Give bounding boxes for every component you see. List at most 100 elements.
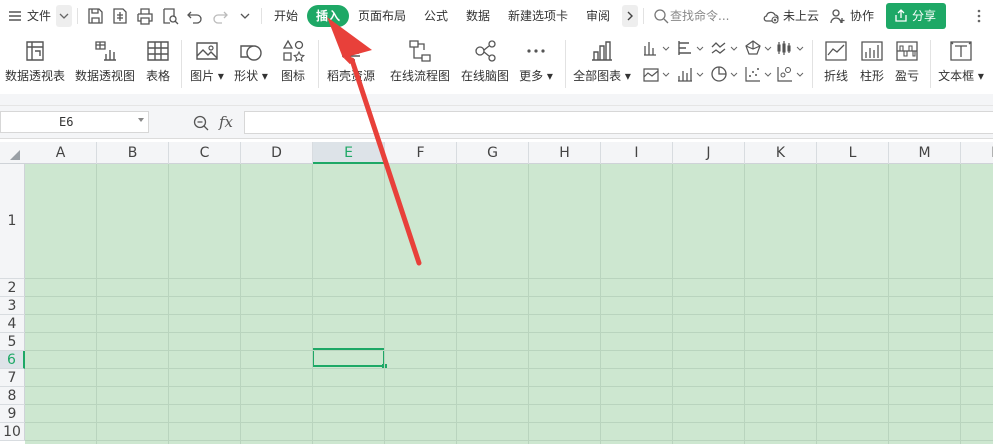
area-chart-menu[interactable] — [642, 65, 672, 83]
redo-icon[interactable] — [210, 6, 230, 26]
tab-formulas[interactable]: 公式 — [424, 6, 448, 26]
mindmap-icon — [475, 40, 496, 62]
zoom-icon[interactable] — [192, 114, 210, 132]
icons-button[interactable]: 图标 — [278, 38, 308, 90]
insert-function-button[interactable]: fx — [219, 113, 233, 131]
column-header-m[interactable]: M — [889, 142, 961, 164]
tab-insert[interactable]: 插入 — [307, 5, 350, 27]
picture-icon — [196, 42, 218, 60]
pivot-table-button[interactable]: 数据透视表 — [2, 38, 68, 90]
collaborate-button[interactable]: 协作 — [850, 6, 874, 26]
name-box[interactable]: E6 — [0, 111, 149, 133]
bar-chart-menu[interactable] — [676, 39, 706, 57]
row-gridline — [25, 422, 993, 423]
column-header-k[interactable]: K — [745, 142, 817, 164]
column-header-a[interactable]: A — [25, 142, 97, 164]
sparkline-winloss-button[interactable]: 盈亏 — [891, 38, 923, 90]
formula-input[interactable] — [244, 111, 993, 134]
cloud-status[interactable]: 未上云 — [783, 6, 819, 26]
column-chart-menu[interactable] — [642, 39, 672, 57]
scatter-chart-menu[interactable] — [744, 65, 774, 83]
file-menu[interactable]: 文件 — [27, 6, 51, 26]
share-label: 分享 — [912, 9, 937, 23]
column-header-i[interactable]: I — [601, 142, 673, 164]
textbox-icon — [950, 41, 972, 61]
column-header-n[interactable]: N — [961, 142, 993, 164]
row-header-3[interactable]: 3 — [0, 297, 25, 315]
all-charts-button[interactable]: 全部图表 ▾ — [572, 38, 632, 90]
row-header-9[interactable]: 9 — [0, 405, 25, 423]
row-header-6[interactable]: 6 — [0, 351, 25, 369]
row-header-2[interactable]: 2 — [0, 279, 25, 297]
column-header-b[interactable]: B — [97, 142, 169, 164]
resources-button[interactable]: 稻壳资源 — [324, 38, 378, 90]
row-gridline — [25, 386, 993, 387]
column-header-h[interactable]: H — [529, 142, 601, 164]
row-header-1[interactable]: 1 — [0, 164, 25, 279]
save-as-icon[interactable] — [110, 6, 130, 26]
sparkline-line-button[interactable]: 折线 — [820, 38, 852, 90]
row-header-4[interactable]: 4 — [0, 315, 25, 333]
tab-home[interactable]: 开始 — [274, 6, 298, 26]
column-header-d[interactable]: D — [241, 142, 313, 164]
shapes-icon — [240, 45, 262, 61]
quick-access-dropdown-icon[interactable] — [235, 6, 255, 26]
online-mindmap-button[interactable]: 在线脑图 — [458, 38, 512, 90]
tab-data[interactable]: 数据 — [466, 6, 490, 26]
print-preview-icon[interactable] — [160, 6, 180, 26]
row-header-8[interactable]: 8 — [0, 387, 25, 405]
file-menu-dropdown[interactable] — [56, 5, 72, 27]
share-button[interactable]: 分享 — [886, 3, 946, 29]
cell-area[interactable] — [25, 164, 993, 444]
stock-chart-menu[interactable] — [776, 39, 806, 57]
undo-icon[interactable] — [185, 6, 205, 26]
pivot-chart-label: 数据透视图 — [74, 69, 135, 83]
save-icon[interactable] — [85, 6, 105, 26]
name-box-dropdown-icon[interactable] — [138, 118, 144, 122]
sparkline-column-button[interactable]: 柱形 — [856, 38, 888, 90]
combo-chart-menu[interactable] — [676, 65, 706, 83]
tab-page-layout[interactable]: 页面布局 — [358, 6, 406, 26]
shapes-button[interactable]: 形状 ▾ — [232, 38, 270, 90]
pie-chart-menu[interactable] — [710, 65, 740, 83]
sparkline-winloss-icon — [896, 41, 918, 61]
line-chart-menu[interactable] — [710, 39, 740, 57]
formula-bar: E6 fx — [0, 106, 993, 139]
collaborate-icon[interactable] — [828, 6, 848, 26]
search-icon[interactable] — [651, 6, 671, 26]
hamburger-menu-icon[interactable] — [6, 6, 26, 26]
menu-bar: 文件 开始 插入 页面布局 公式 数据 新建选项卡 审阅 查找命令... 未上云… — [0, 0, 993, 32]
column-header-j[interactable]: J — [673, 142, 745, 164]
column-header-e[interactable]: E — [313, 142, 385, 164]
command-search-input[interactable]: 查找命令... — [670, 6, 729, 26]
tab-review[interactable]: 审阅 — [586, 6, 610, 26]
print-icon[interactable] — [135, 6, 155, 26]
column-header-f[interactable]: F — [385, 142, 457, 164]
more-options-icon[interactable] — [969, 6, 989, 26]
divider — [181, 40, 182, 88]
row-header-5[interactable]: 5 — [0, 333, 25, 351]
select-all-corner[interactable] — [0, 142, 25, 164]
online-flowchart-button[interactable]: 在线流程图 — [387, 38, 453, 90]
cloud-sync-icon[interactable] — [761, 6, 781, 26]
insert-ribbon: 数据透视表 数据透视图 表格 图片 ▾ 形状 ▾ 图标 稻壳资源 在线流程图 在… — [0, 32, 993, 94]
column-header-l[interactable]: L — [817, 142, 889, 164]
bubble-chart-menu[interactable] — [776, 65, 806, 83]
column-header-c[interactable]: C — [169, 142, 241, 164]
tab-new-tab[interactable]: 新建选项卡 — [508, 6, 568, 26]
picture-button[interactable]: 图片 ▾ — [188, 38, 226, 90]
column-gridline — [384, 164, 385, 444]
table-label: 表格 — [145, 69, 170, 83]
row-header-7[interactable]: 7 — [0, 369, 25, 387]
radar-chart-menu[interactable] — [744, 39, 774, 57]
textbox-button[interactable]: 文本框 ▾ — [936, 38, 986, 90]
column-header-g[interactable]: G — [457, 142, 529, 164]
sparkline-column-icon — [861, 41, 883, 61]
table-button[interactable]: 表格 — [143, 38, 173, 90]
more-insert-button[interactable]: 更多 ▾ — [517, 38, 555, 90]
row-header-10[interactable]: 10 — [0, 423, 25, 441]
row-gridline — [25, 368, 993, 369]
pivot-chart-button[interactable]: 数据透视图 — [72, 38, 138, 90]
more-tabs-chevron-icon[interactable] — [622, 5, 638, 27]
column-gridline — [456, 164, 457, 444]
